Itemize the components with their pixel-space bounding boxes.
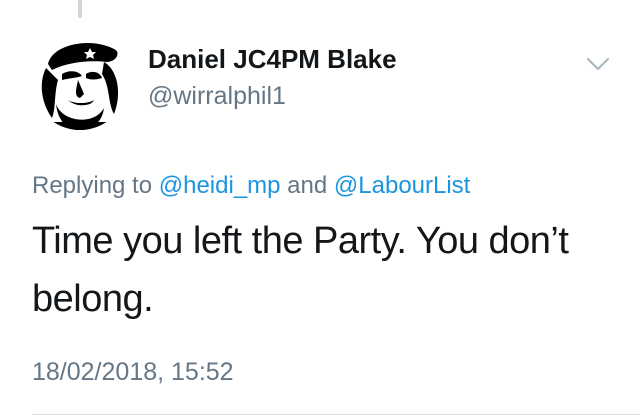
che-guevara-portrait-icon	[32, 34, 128, 130]
replying-to-line: Replying to @heidi_mp and @LabourList	[32, 172, 470, 200]
mention-labourlist-link[interactable]: @LabourList	[334, 172, 470, 199]
thread-connector-line	[78, 0, 82, 18]
tweet-text: Time you left the Party. You don’t belon…	[32, 220, 569, 320]
tweet-timestamp[interactable]: 18/02/2018, 15:52	[32, 358, 234, 387]
author-handle[interactable]: @wirralphil1	[148, 82, 286, 111]
avatar[interactable]	[32, 34, 128, 130]
replying-conjunction: and	[280, 172, 334, 199]
mention-heidi-mp-link[interactable]: @heidi_mp	[159, 172, 281, 199]
replying-to-label: Replying to	[32, 172, 159, 199]
author-display-name[interactable]: Daniel JC4PM Blake	[148, 44, 397, 75]
divider	[32, 414, 640, 415]
chevron-down-icon[interactable]	[584, 54, 612, 74]
